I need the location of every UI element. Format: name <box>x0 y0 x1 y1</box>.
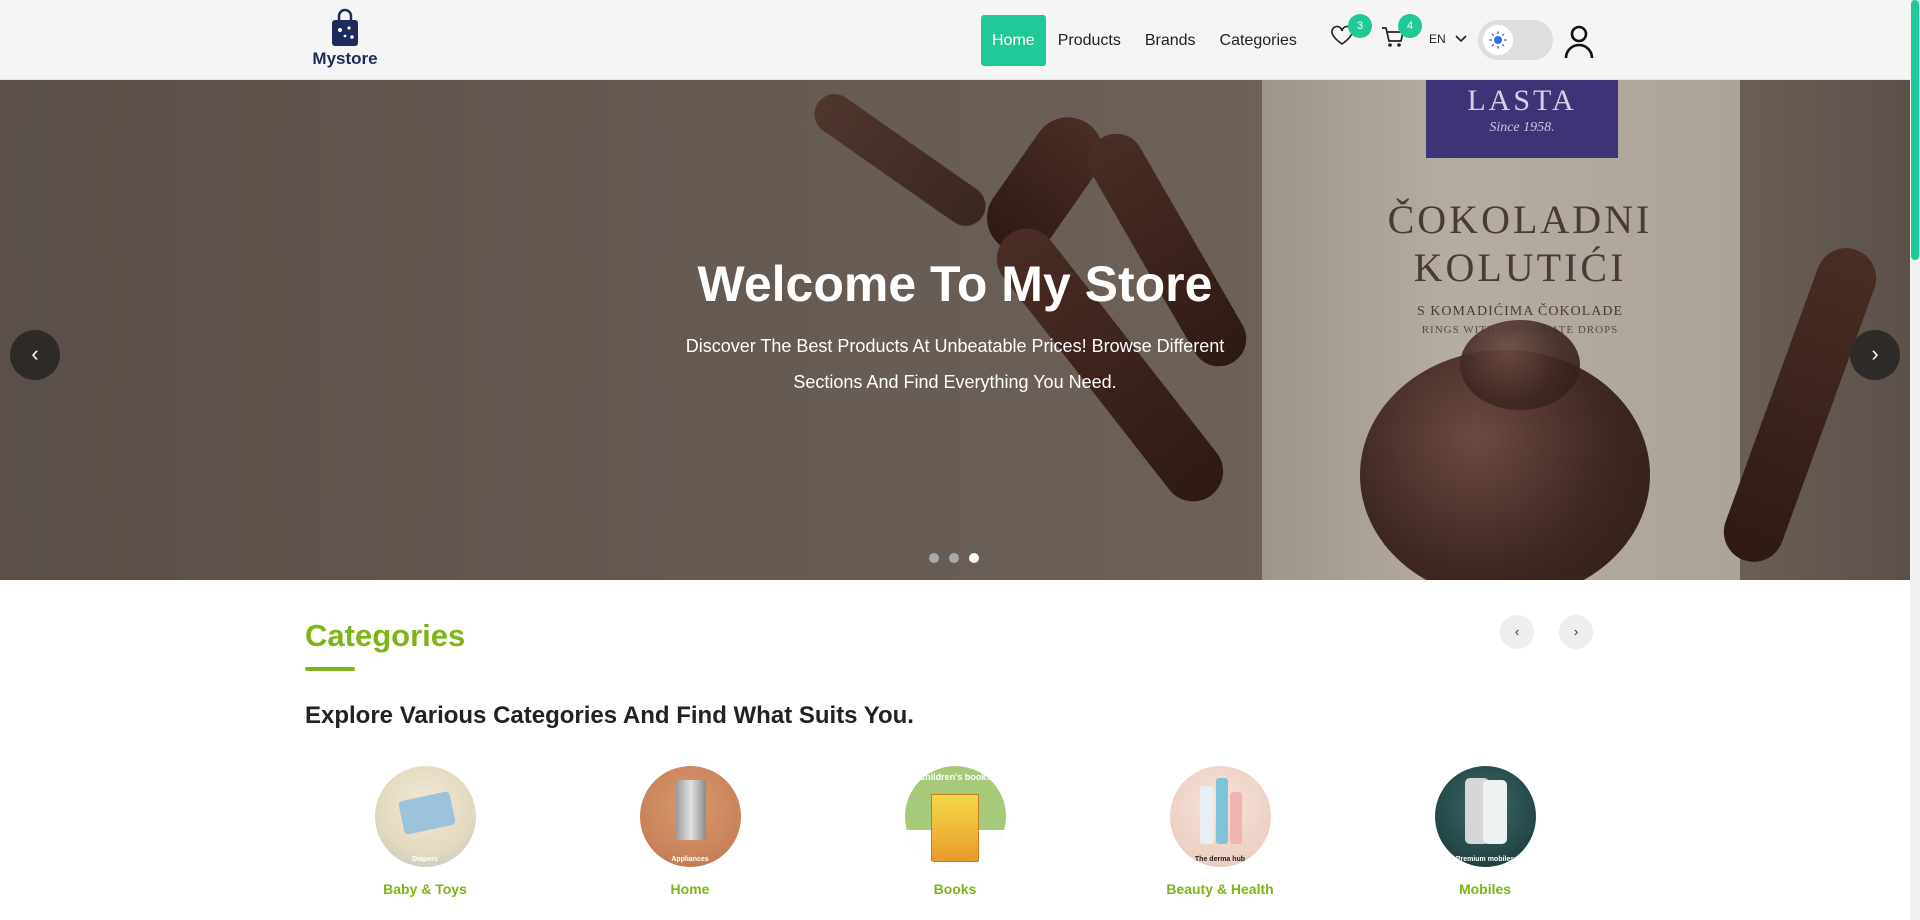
category-label: Books <box>933 881 977 897</box>
wishlist-button[interactable]: 3 <box>1330 14 1372 54</box>
brand-logo[interactable]: Mystore <box>305 8 385 70</box>
cart-button[interactable]: 4 <box>1380 14 1422 54</box>
category-image-beauty-health: The derma hub <box>1169 766 1271 867</box>
categories-next-button[interactable]: › <box>1559 615 1593 649</box>
coffee-machine-image <box>675 780 706 840</box>
carousel-dot-1[interactable] <box>929 553 939 563</box>
categories-prev-button[interactable]: ‹ <box>1500 615 1534 649</box>
book-cover-image <box>930 794 979 862</box>
brand-name: Mystore <box>312 49 378 68</box>
category-caption: Premium mobiles <box>1455 856 1515 863</box>
category-label: Mobiles <box>1458 881 1512 897</box>
category-item-home[interactable]: Appliances Home <box>615 766 765 897</box>
theme-toggle-knob <box>1483 25 1513 55</box>
skincare-bottle-image <box>1229 792 1242 844</box>
nav-brands[interactable]: Brands <box>1133 15 1208 66</box>
phone-front-image <box>1482 780 1507 844</box>
category-item-books[interactable]: Children's books Books <box>880 766 1030 897</box>
package-since: Since 1958. <box>1489 120 1555 135</box>
hero-subtitle: Discover The Best Products At Unbeatable… <box>685 336 1225 392</box>
cart-count-badge: 4 <box>1398 14 1422 38</box>
navbar: Mystore Home Products Brands Categories … <box>0 0 1910 80</box>
category-caption: The derma hub <box>1194 856 1246 863</box>
category-item-beauty-health[interactable]: The derma hub Beauty & Health <box>1145 766 1295 897</box>
sun-icon <box>1489 31 1507 49</box>
nav-products[interactable]: Products <box>1046 15 1133 66</box>
shopping-bag-icon <box>332 8 358 46</box>
categories-heading: Categories <box>305 618 466 653</box>
diaper-pack-image <box>397 790 456 836</box>
nav-home[interactable]: Home <box>981 15 1046 66</box>
heading-underline <box>305 667 355 671</box>
category-caption: Appliances <box>671 856 709 863</box>
category-caption: Diapers <box>412 856 438 863</box>
category-image-baby-toys: Diapers <box>374 766 476 867</box>
carousel-prev-button[interactable]: ‹ <box>10 330 60 380</box>
carousel-dot-2[interactable] <box>949 553 959 563</box>
main-nav: Home Products Brands Categories <box>981 15 1309 66</box>
chocolate-cookie-image <box>1460 320 1580 410</box>
chevron-down-icon[interactable] <box>1454 33 1468 45</box>
user-account-icon[interactable] <box>1564 25 1594 59</box>
category-image-books: Children's books <box>904 766 1006 867</box>
wishlist-count-badge: 3 <box>1348 14 1372 38</box>
category-label: Baby & Toys <box>383 881 467 897</box>
category-image-home: Appliances <box>639 766 741 867</box>
theme-toggle[interactable] <box>1478 20 1553 60</box>
page-scrollbar-thumb[interactable] <box>1911 0 1919 260</box>
category-label: Beauty & Health <box>1166 881 1274 897</box>
categories-subheading: Explore Various Categories And Find What… <box>305 702 914 729</box>
carousel-dot-3[interactable] <box>969 553 979 563</box>
category-item-mobiles[interactable]: Premium mobiles Mobiles <box>1410 766 1560 897</box>
carousel-next-button[interactable]: › <box>1850 330 1900 380</box>
package-brand-label: LASTA Since 1958. <box>1426 80 1618 158</box>
category-caption: Children's books <box>918 772 992 782</box>
nav-categories[interactable]: Categories <box>1208 15 1309 66</box>
category-item-baby-toys[interactable]: Diapers Baby & Toys <box>350 766 500 897</box>
category-image-mobiles: Premium mobiles <box>1434 766 1536 867</box>
package-brand: LASTA <box>1467 84 1577 117</box>
carousel-indicators <box>929 553 989 563</box>
hero-carousel: LASTA Since 1958. ČOKOLADNI KOLUTIĆI S K… <box>0 80 1910 580</box>
skincare-bottle-image <box>1215 778 1228 844</box>
category-label: Home <box>670 881 710 897</box>
skincare-bottle-image <box>1199 786 1214 844</box>
language-selector[interactable]: EN <box>1429 32 1446 46</box>
hero-title: Welcome To My Store <box>697 256 1213 312</box>
